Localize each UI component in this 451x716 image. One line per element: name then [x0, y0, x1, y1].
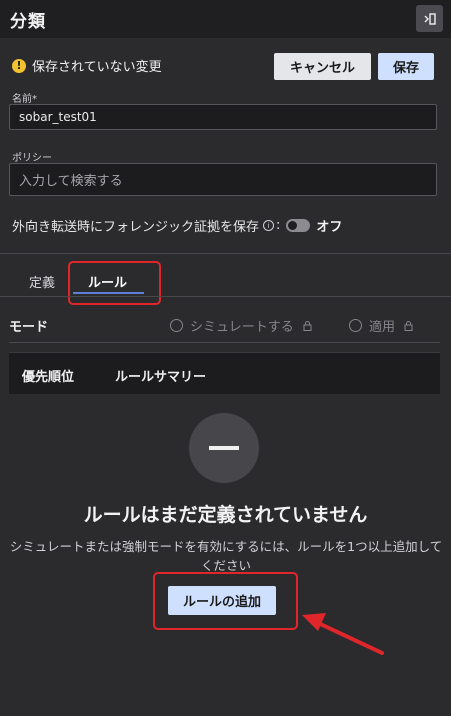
name-field-label: 名前*: [12, 90, 37, 105]
forensic-label-colon: :: [276, 218, 281, 233]
add-rule-highlight-annotation: [153, 572, 298, 630]
mode-label: モード: [9, 320, 49, 335]
mode-option-simulate[interactable]: シミュレートする: [170, 316, 312, 335]
radio-enforce[interactable]: [349, 319, 362, 332]
policy-search-placeholder: 入力して検索する: [19, 174, 123, 189]
unsaved-changes-notice: ! 保存されていない変更: [12, 56, 162, 75]
forensic-toggle-state: オフ: [316, 220, 343, 235]
mode-divider: [9, 342, 440, 343]
empty-state-title: ルールはまだ定義されていません: [83, 504, 368, 526]
unsaved-changes-text: 保存されていない変更: [32, 60, 162, 75]
forensic-label: 外向き転送時にフォレンジック証拠を保存: [12, 220, 260, 235]
minus-bar: [209, 446, 239, 450]
forensic-evidence-setting: 外向き転送時にフォレンジック証拠を保存 i : オフ: [12, 216, 342, 235]
mode-option-enforce[interactable]: 適用: [349, 316, 413, 335]
forensic-toggle[interactable]: [286, 219, 311, 232]
warning-icon: !: [12, 58, 26, 73]
policy-field-label: ポリシー: [12, 153, 52, 164]
lock-icon: [404, 320, 413, 331]
name-field-value: sobar_test01: [19, 110, 97, 124]
page-title: 分類: [10, 11, 46, 32]
tab-highlight-annotation: [68, 261, 161, 305]
info-icon[interactable]: i: [263, 220, 275, 231]
save-button[interactable]: 保存: [378, 53, 434, 80]
tab-definition[interactable]: 定義: [29, 272, 55, 291]
column-header-priority[interactable]: 優先順位: [22, 366, 74, 385]
panel-collapse-icon: [424, 12, 436, 25]
pointer-arrow-annotation: [302, 613, 384, 655]
collapse-panel-button[interactable]: [416, 5, 443, 32]
policy-search-input[interactable]: 入力して検索する: [9, 163, 437, 196]
empty-state-description: シミュレートまたは強制モードを有効にするには、ルールを1つ以上追加してください: [9, 539, 443, 573]
panel-header: 分類: [0, 0, 451, 38]
radio-simulate[interactable]: [170, 319, 183, 332]
name-field[interactable]: sobar_test01: [9, 104, 437, 130]
lock-icon: [303, 320, 312, 331]
mode-option-enforce-label: 適用: [369, 320, 396, 335]
section-divider: [0, 253, 451, 254]
column-header-rule-summary[interactable]: ルールサマリー: [115, 366, 206, 385]
mode-option-simulate-label: シミュレートする: [190, 320, 294, 335]
minus-icon: [189, 413, 259, 483]
rules-table-header: 優先順位 ルールサマリー: [9, 352, 440, 394]
cancel-button[interactable]: キャンセル: [274, 53, 371, 80]
tabs-divider: [0, 296, 451, 297]
